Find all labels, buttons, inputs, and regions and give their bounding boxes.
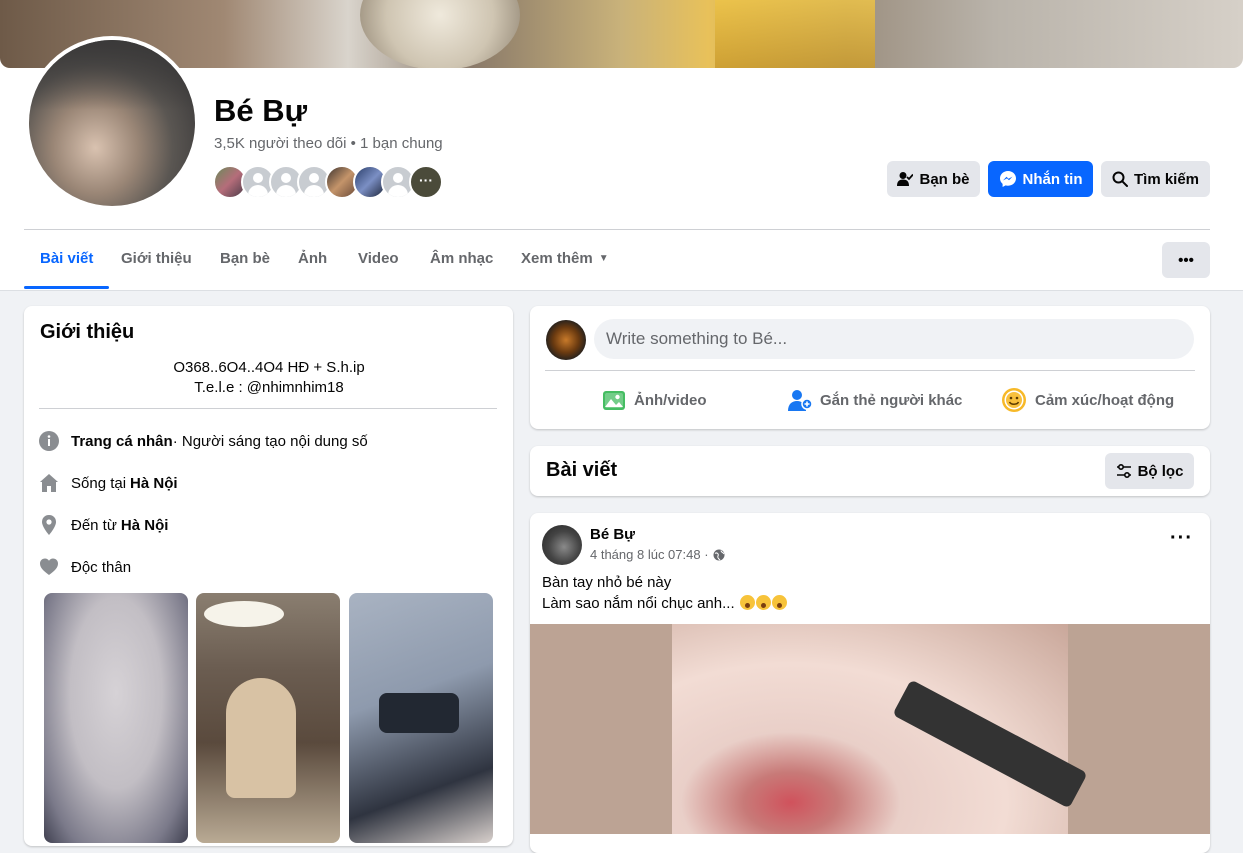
filter-button[interactable]: Bộ lọc — [1105, 453, 1194, 489]
friend-check-icon — [897, 172, 914, 186]
intro-title: Giới thiệu — [40, 321, 135, 343]
profile-type-label: Trang cá nhân — [71, 432, 173, 450]
messenger-icon — [999, 171, 1016, 187]
post-options-icon[interactable]: ··· — [1170, 527, 1193, 550]
friends-button-label: Bạn bè — [919, 170, 970, 188]
more-friends-avatar[interactable]: ··· — [409, 165, 443, 199]
heart-icon — [39, 557, 59, 577]
relationship-status: Độc thân — [71, 558, 132, 576]
from-prefix: Đến từ — [71, 516, 117, 534]
post-text-content: Làm sao nắm nổi chục anh... — [542, 595, 735, 612]
tag-people-button[interactable]: Gắn thẻ người khác — [788, 382, 962, 418]
profile-avatar[interactable] — [29, 40, 195, 206]
post-author-avatar[interactable] — [542, 525, 582, 565]
bio-line: T.e.l.e : @nhimnhim18 — [194, 379, 344, 396]
search-button[interactable]: Tìm kiếm — [1101, 161, 1210, 197]
intro-profile-type: Trang cá nhân · Người sáng tạo nội dung … — [39, 429, 368, 453]
feeling-activity-button[interactable]: Cảm xúc/hoạt động — [1001, 382, 1174, 418]
tab-posts[interactable]: Bài viết — [24, 230, 110, 289]
composer-placeholder: Write something to Bé... — [606, 329, 788, 348]
astonished-emoji-icon — [771, 595, 787, 610]
post-card: Bé Bự 4 tháng 8 lúc 07:48 · ··· Bàn tay … — [530, 513, 1210, 853]
feeling-activity-label: Cảm xúc/hoạt động — [1035, 391, 1175, 409]
post-text-line2: Làm sao nắm nổi chục anh... — [542, 595, 787, 612]
photo-icon — [603, 391, 625, 410]
post-text-line: Bàn tay nhỏ bé này — [542, 574, 672, 591]
photo-video-label: Ảnh/video — [634, 391, 707, 409]
composer-input[interactable]: Write something to Bé... — [594, 319, 1194, 359]
tag-people-label: Gắn thẻ người khác — [820, 391, 963, 409]
globe-icon — [713, 549, 725, 560]
profile-more-button[interactable]: ••• — [1162, 242, 1210, 278]
astonished-emoji-icon — [739, 595, 755, 610]
info-icon — [39, 431, 59, 451]
profile-header: Bé Bự 3,5K người theo dõi • 1 bạn chung … — [0, 0, 1243, 291]
tab-label: Video — [358, 250, 399, 267]
tab-about[interactable]: Giới thiệu — [105, 230, 208, 288]
lives-in-prefix: Sống tại — [71, 474, 127, 492]
message-button[interactable]: Nhắn tin — [988, 161, 1093, 197]
friends-button[interactable]: Bạn bè — [887, 161, 980, 197]
composer-avatar[interactable] — [546, 320, 586, 360]
post-image-content — [672, 624, 1068, 834]
tab-see-more[interactable]: Xem thêm ▼ — [505, 230, 625, 288]
featured-photo[interactable] — [44, 593, 188, 843]
search-icon — [1112, 171, 1128, 187]
post-composer: Write something to Bé... Ảnh/video Gắn t… — [530, 306, 1210, 429]
caret-down-icon: ▼ — [598, 253, 609, 265]
message-button-label: Nhắn tin — [1022, 170, 1083, 188]
cover-glass-shape — [715, 0, 875, 68]
tab-label: Giới thiệu — [121, 250, 192, 267]
intro-lives-in: Sống tại Hà Nội — [39, 471, 178, 495]
post-timestamp[interactable]: 4 tháng 8 lúc 07:48 · — [590, 547, 725, 562]
photo-video-button[interactable]: Ảnh/video — [602, 382, 707, 418]
tab-photos[interactable]: Ảnh — [282, 230, 343, 288]
tab-music[interactable]: Âm nhạc — [414, 230, 509, 288]
post-time-text: 4 tháng 8 lúc 07:48 · — [590, 547, 709, 562]
posts-title: Bài viết — [546, 459, 618, 481]
tab-videos[interactable]: Video — [342, 230, 415, 288]
composer-divider — [545, 370, 1195, 371]
cover-cup-shape — [360, 0, 520, 68]
more-dots-icon: ••• — [1178, 251, 1194, 269]
featured-photo[interactable] — [349, 593, 493, 843]
tab-label: Bạn bè — [220, 250, 271, 267]
filter-sliders-icon — [1116, 463, 1131, 479]
tab-label: Xem thêm — [521, 250, 593, 267]
tab-label: Âm nhạc — [430, 250, 494, 267]
smiley-icon — [1002, 388, 1026, 412]
post-image[interactable] — [530, 624, 1210, 834]
filter-button-label: Bộ lọc — [1137, 462, 1184, 480]
tag-people-icon — [788, 390, 812, 411]
intro-card: Giới thiệu O368..6O4..4O4 HĐ + S.h.ip T.… — [24, 306, 513, 846]
search-button-label: Tìm kiếm — [1133, 170, 1200, 188]
profile-followers-meta[interactable]: 3,5K người theo dõi • 1 bạn chung — [214, 135, 443, 152]
intro-divider — [39, 408, 497, 409]
tab-label: Ảnh — [298, 250, 328, 267]
from-city[interactable]: Hà Nội — [121, 517, 169, 534]
posts-header: Bài viết Bộ lọc — [530, 446, 1210, 496]
bio-line: O368..6O4..4O4 HĐ + S.h.ip — [173, 359, 365, 376]
profile-type-value: · Người sáng tạo nội dung số — [172, 432, 368, 450]
location-pin-icon — [39, 515, 59, 535]
tab-friends[interactable]: Bạn bè — [204, 230, 286, 288]
home-icon — [39, 473, 59, 493]
post-author-name[interactable]: Bé Bự — [590, 526, 635, 543]
astonished-emoji-icon — [755, 595, 771, 610]
lives-in-city[interactable]: Hà Nội — [130, 475, 178, 492]
intro-from: Đến từ Hà Nội — [39, 513, 168, 537]
profile-name: Bé Bự — [214, 93, 308, 128]
tab-label: Bài viết — [40, 250, 94, 267]
featured-photo[interactable] — [196, 593, 340, 843]
intro-relationship: Độc thân — [39, 555, 131, 579]
